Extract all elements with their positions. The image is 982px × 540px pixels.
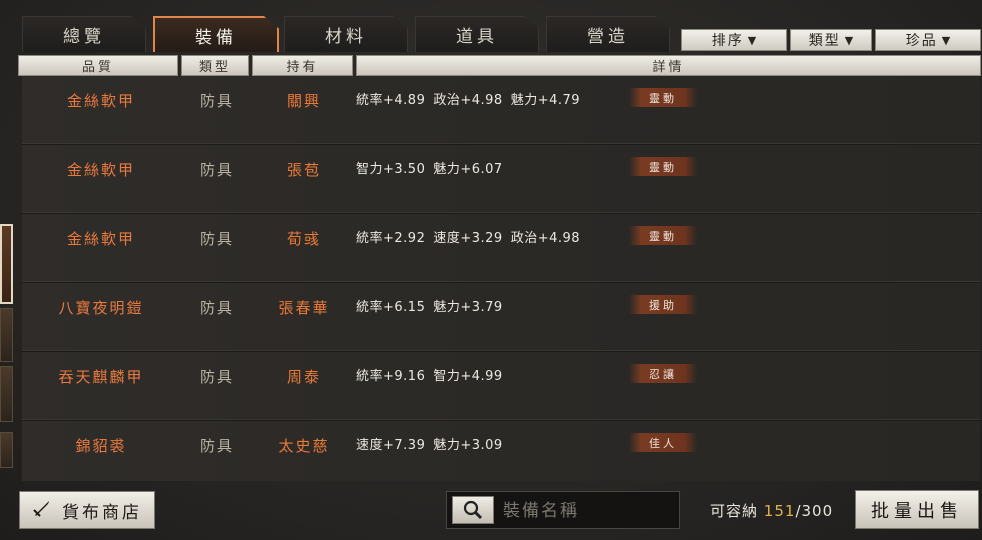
item-stats: 統率+6.15 魅力+3.79 xyxy=(356,296,511,315)
tab-items[interactable]: 道具 xyxy=(415,16,539,52)
stat: 統率+6.15 xyxy=(356,300,426,315)
skill-badge: 靈動 xyxy=(629,88,697,107)
shop-button-label: 貨布商店 xyxy=(62,502,142,523)
item-type: 防具 xyxy=(199,92,234,110)
item-stats: 統率+4.89 政治+4.98 魅力+4.79 xyxy=(356,89,588,108)
stat: 統率+9.16 xyxy=(356,369,426,384)
item-type: 防具 xyxy=(199,161,234,179)
triangle-down-icon: ▼ xyxy=(941,33,951,47)
capacity-current: 151 xyxy=(763,502,796,520)
stat: 魅力+3.79 xyxy=(433,300,503,315)
column-header-quality[interactable]: 品質 xyxy=(18,55,178,76)
skill-badge: 忍讓 xyxy=(629,364,697,383)
stat: 智力+3.50 xyxy=(356,162,426,177)
skill-badge: 援助 xyxy=(629,295,697,314)
list-item[interactable]: 金絲軟甲 防具 張苞 智力+3.50 魅力+6.07 靈動 xyxy=(22,145,980,214)
item-type: 防具 xyxy=(199,437,234,455)
sort-rarity-label: 珍品 xyxy=(905,33,938,49)
item-stats: 統率+9.16 智力+4.99 xyxy=(356,365,511,384)
item-owner: 張春華 xyxy=(278,299,330,317)
item-type: 防具 xyxy=(199,368,234,386)
magnifier-icon[interactable] xyxy=(452,496,494,524)
stat: 政治+4.98 xyxy=(510,231,581,246)
item-stats: 智力+3.50 魅力+6.07 xyxy=(356,158,511,177)
item-name: 金絲軟甲 xyxy=(66,161,135,179)
triangle-down-icon: ▼ xyxy=(844,33,854,47)
sort-type-button[interactable]: 類型 ▼ xyxy=(790,29,872,51)
tab-equipment[interactable]: 裝備 xyxy=(153,16,279,52)
column-header-owner[interactable]: 持有 xyxy=(252,55,353,76)
item-owner: 周泰 xyxy=(286,368,321,386)
triangle-down-icon: ▼ xyxy=(747,33,757,47)
list-item[interactable]: 吞天麒麟甲 防具 周泰 統率+9.16 智力+4.99 忍讓 xyxy=(22,352,980,421)
capacity-max: /300 xyxy=(795,502,834,520)
capacity-label: 可容納 xyxy=(710,502,759,520)
item-name: 金絲軟甲 xyxy=(66,92,135,110)
item-name: 錦貂裘 xyxy=(75,437,127,455)
side-thumbnail-selected[interactable] xyxy=(0,224,13,304)
item-name: 金絲軟甲 xyxy=(66,230,135,248)
sort-order-label: 排序 xyxy=(711,33,744,49)
tab-construction[interactable]: 營造 xyxy=(546,16,670,52)
item-owner: 太史慈 xyxy=(278,437,330,455)
stat: 速度+3.29 xyxy=(433,231,503,246)
item-owner: 荀彧 xyxy=(286,230,321,248)
column-header-type[interactable]: 類型 xyxy=(181,55,249,76)
item-name: 吞天麒麟甲 xyxy=(58,368,144,386)
bulk-sell-button[interactable]: 批量出售 xyxy=(855,490,979,529)
stat: 智力+4.99 xyxy=(433,369,503,384)
tab-overview[interactable]: 總覽 xyxy=(22,16,146,52)
stat: 統率+4.89 xyxy=(356,93,426,108)
item-stats: 統率+2.92 速度+3.29 政治+4.98 xyxy=(356,227,588,246)
search-input[interactable] xyxy=(503,498,673,524)
stat: 魅力+4.79 xyxy=(510,93,581,108)
item-stats: 速度+7.39 魅力+3.09 xyxy=(356,434,511,453)
skill-badge: 佳人 xyxy=(629,433,697,452)
item-type: 防具 xyxy=(199,230,234,248)
side-thumbnail[interactable] xyxy=(0,366,13,422)
sword-icon xyxy=(32,498,52,523)
side-thumbnail[interactable] xyxy=(0,308,13,362)
list-item[interactable]: 金絲軟甲 防具 關興 統率+4.89 政治+4.98 魅力+4.79 靈動 xyxy=(22,76,980,145)
stat: 統率+2.92 xyxy=(356,231,426,246)
list-item[interactable]: 金絲軟甲 防具 荀彧 統率+2.92 速度+3.29 政治+4.98 靈動 xyxy=(22,214,980,283)
item-owner: 張苞 xyxy=(286,161,321,179)
stat: 魅力+3.09 xyxy=(433,438,503,453)
tab-materials[interactable]: 材料 xyxy=(284,16,408,52)
search-bar xyxy=(446,491,680,529)
equipment-list[interactable]: 金絲軟甲 防具 關興 統率+4.89 政治+4.98 魅力+4.79 靈動 金絲軟甲… xyxy=(22,76,980,481)
stat: 政治+4.98 xyxy=(433,93,503,108)
sort-type-label: 類型 xyxy=(808,33,841,49)
sort-order-button[interactable]: 排序 ▼ xyxy=(681,29,787,51)
column-header-detail[interactable]: 詳情 xyxy=(356,55,981,76)
item-name: 八寶夜明鎧 xyxy=(58,299,144,317)
stat: 速度+7.39 xyxy=(356,438,426,453)
list-item[interactable]: 錦貂裘 防具 太史慈 速度+7.39 魅力+3.09 佳人 xyxy=(22,421,980,481)
shop-button[interactable]: 貨布商店 xyxy=(19,491,155,529)
capacity-display: 可容納 151/300 xyxy=(710,500,833,521)
sort-rarity-button[interactable]: 珍品 ▼ xyxy=(875,29,981,51)
skill-badge: 靈動 xyxy=(629,226,697,245)
side-thumbnail[interactable] xyxy=(0,432,13,468)
skill-badge: 靈動 xyxy=(629,157,697,176)
list-item[interactable]: 八寶夜明鎧 防具 張春華 統率+6.15 魅力+3.79 援助 xyxy=(22,283,980,352)
stat: 魅力+6.07 xyxy=(433,162,503,177)
item-type: 防具 xyxy=(199,299,234,317)
item-owner: 關興 xyxy=(286,92,321,110)
